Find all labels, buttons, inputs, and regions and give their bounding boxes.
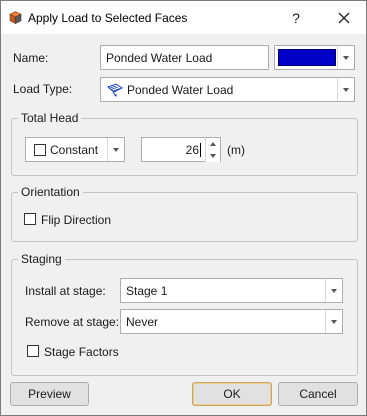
spin-down-button[interactable]: [205, 150, 220, 162]
title-bar: Apply Load to Selected Faces ?: [1, 1, 366, 34]
total-head-mode-label: Constant: [50, 142, 99, 157]
close-icon: [338, 12, 350, 24]
preview-button[interactable]: Preview: [10, 382, 89, 406]
total-head-value: 26: [185, 142, 199, 157]
name-input[interactable]: Ponded Water Load: [100, 45, 269, 70]
load-type-label: Load Type:: [13, 82, 73, 96]
total-head-value-input[interactable]: 26: [141, 137, 221, 162]
apply-load-dialog: Apply Load to Selected Faces ? Name: Pon…: [0, 0, 367, 416]
total-head-mode-dropdown-arrow[interactable]: [107, 138, 124, 161]
box-3d-icon: [9, 11, 22, 24]
stage-factors-label[interactable]: Stage Factors: [44, 345, 119, 359]
cancel-button[interactable]: Cancel: [278, 382, 358, 406]
remove-stage-value: Never: [126, 314, 159, 329]
name-label: Name:: [13, 51, 49, 65]
chevron-down-icon: [343, 87, 349, 92]
total-head-title: Total Head: [18, 111, 82, 125]
remove-stage-select[interactable]: Never: [120, 309, 343, 334]
load-type-select[interactable]: Ponded Water Load: [100, 77, 355, 102]
remove-stage-label: Remove at stage:: [25, 315, 120, 329]
staging-title: Staging: [18, 252, 65, 266]
install-stage-select[interactable]: Stage 1: [120, 278, 343, 303]
ponded-water-load-icon: [107, 83, 123, 97]
chevron-down-icon: [331, 288, 337, 293]
chevron-down-icon: [113, 147, 119, 152]
total-head-unit: (m): [227, 143, 245, 157]
load-type-dropdown-arrow[interactable]: [337, 78, 354, 101]
remove-stage-dropdown-arrow[interactable]: [325, 310, 342, 333]
flip-direction-checkbox[interactable]: [24, 213, 36, 225]
stage-factors-checkbox[interactable]: [27, 345, 39, 357]
ok-button[interactable]: OK: [192, 382, 272, 406]
constant-checkbox[interactable]: [34, 144, 46, 156]
install-stage-value: Stage 1: [126, 283, 168, 298]
load-type-value: Ponded Water Load: [127, 82, 234, 97]
close-button[interactable]: [328, 5, 360, 31]
install-stage-label: Install at stage:: [25, 284, 106, 298]
flip-direction-label[interactable]: Flip Direction: [41, 213, 111, 227]
install-stage-dropdown-arrow[interactable]: [325, 279, 342, 302]
color-dropdown-arrow[interactable]: [337, 46, 354, 69]
chevron-down-icon: [210, 154, 216, 158]
total-head-mode-select[interactable]: Constant: [25, 137, 125, 162]
chevron-down-icon: [331, 319, 337, 324]
orientation-title: Orientation: [18, 185, 83, 199]
chevron-down-icon: [343, 55, 349, 60]
chevron-up-icon: [210, 142, 216, 146]
window-title: Apply Load to Selected Faces: [28, 11, 188, 25]
color-picker[interactable]: [274, 45, 355, 70]
help-button[interactable]: ?: [280, 5, 312, 31]
color-swatch: [278, 49, 336, 66]
text-caret: [200, 142, 201, 157]
